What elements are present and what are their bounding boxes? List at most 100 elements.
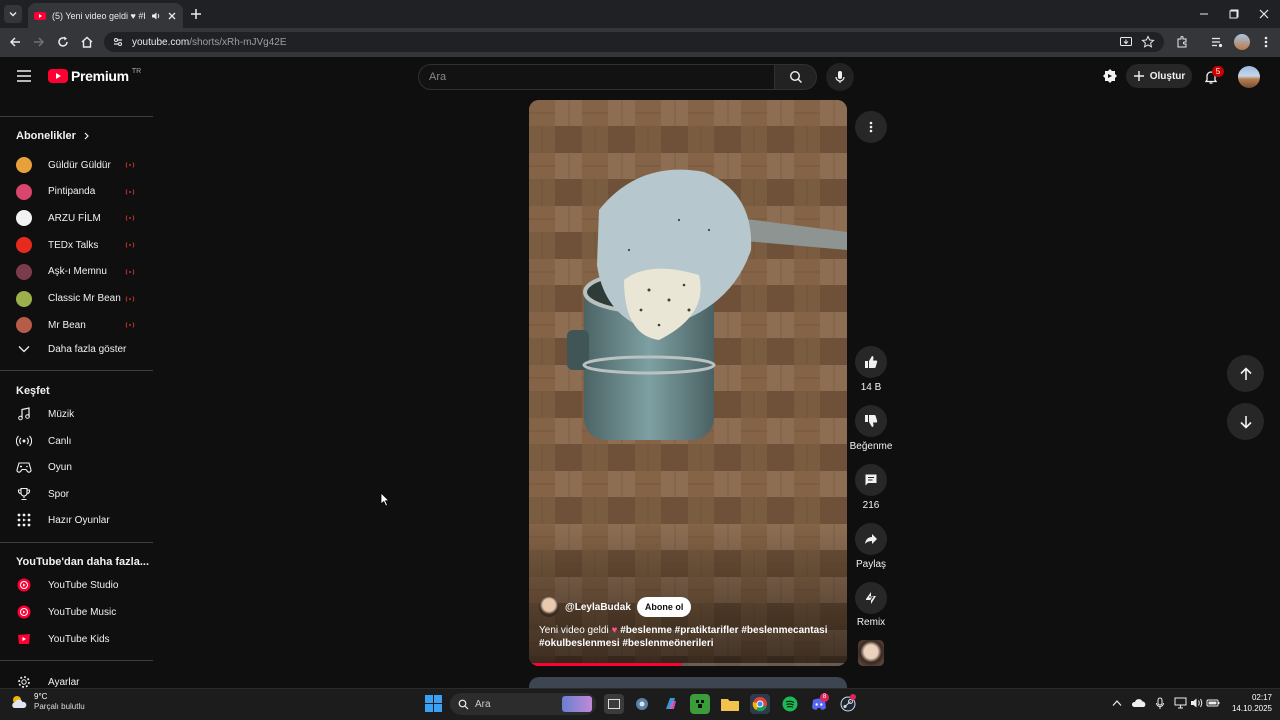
next-short-button[interactable] — [1227, 403, 1264, 440]
gear-icon — [18, 676, 30, 688]
sound-thumbnail[interactable] — [858, 640, 884, 666]
browser-tab[interactable]: (5) Yeni video geldi ♥ #besl — [28, 3, 183, 28]
gamepad-icon — [16, 462, 32, 473]
volume-icon[interactable] — [1190, 697, 1204, 709]
back-icon[interactable] — [8, 35, 22, 49]
music-note-icon — [18, 407, 30, 421]
account-avatar[interactable] — [1238, 66, 1260, 88]
close-window-icon[interactable] — [1256, 6, 1272, 22]
sidebar-subscription-item[interactable]: Mr Bean — [0, 313, 153, 337]
create-button[interactable]: Oluştur — [1126, 64, 1192, 88]
more-vertical-icon[interactable] — [1260, 35, 1272, 49]
sidebar-item-label: ARZU FİLM — [48, 212, 101, 224]
file-explorer-icon[interactable] — [720, 694, 740, 714]
profile-avatar[interactable] — [1234, 34, 1250, 50]
youtube-music-icon — [17, 605, 31, 619]
weather-widget[interactable]: 9°C Parçalı bulutlu — [10, 692, 85, 712]
subscribe-button[interactable]: Abone ol — [636, 597, 692, 617]
sidebar-item-music[interactable]: Müzik — [0, 402, 153, 426]
shorts-video-player[interactable]: @LeylaBudak Abone ol Yeni video geldi ♥ … — [529, 100, 847, 666]
youtube-logo-icon — [48, 69, 68, 83]
sidebar-subscription-item[interactable]: TEDx Talks — [0, 233, 153, 257]
search-button[interactable] — [775, 64, 817, 90]
thumbs-up-icon — [865, 356, 878, 368]
copilot-icon[interactable] — [661, 694, 681, 714]
address-bar[interactable]: youtube.com/shorts/xRh-mJVg42E — [104, 32, 1164, 52]
show-more-button[interactable]: Daha fazla göster — [0, 337, 153, 361]
channel-name[interactable]: @LeylaBudak — [565, 602, 631, 613]
more-options-button[interactable] — [855, 111, 887, 143]
tab-search-button[interactable] — [4, 5, 22, 23]
youtube-premium-logo[interactable]: Premium TR — [48, 68, 141, 84]
notification-count-badge: 5 — [1212, 66, 1224, 77]
search-input[interactable] — [429, 71, 774, 83]
sidebar-item-playables[interactable]: Hazır Oyunlar — [0, 508, 153, 532]
share-arrow-icon — [865, 534, 877, 544]
sidebar-item-youtube-studio[interactable]: YouTube Studio — [0, 573, 153, 597]
microphone-icon[interactable] — [1155, 697, 1165, 710]
share-button[interactable] — [855, 523, 887, 555]
sidebar-item-label: Classic Mr Bean — [48, 293, 121, 304]
hashtag-links[interactable]: #beslenme #pratiktarifler #beslenmecanta… — [620, 625, 827, 636]
reload-icon[interactable] — [56, 35, 70, 49]
install-app-icon[interactable] — [1119, 35, 1133, 49]
dislike-button[interactable] — [855, 405, 887, 437]
explore-heading: Keşfet — [16, 385, 50, 397]
minecraft-icon[interactable] — [690, 694, 710, 714]
search-input-container[interactable] — [418, 64, 775, 90]
sidebar-item-settings[interactable]: Ayarlar — [0, 670, 153, 688]
channel-avatar[interactable] — [539, 597, 559, 617]
sidebar-subscription-item[interactable]: Güldür Güldür — [0, 153, 153, 177]
playables-icon — [17, 513, 31, 527]
task-view-icon[interactable] — [604, 694, 624, 714]
spotify-icon[interactable] — [780, 694, 800, 714]
subscriptions-heading[interactable]: Abonelikler — [16, 130, 90, 142]
premium-badge-icon[interactable] — [1102, 68, 1118, 84]
hamburger-menu-icon[interactable] — [16, 69, 32, 83]
windows-start-icon[interactable] — [425, 695, 442, 712]
sidebar-subscription-item[interactable]: Classic Mr Bean — [0, 287, 153, 311]
taskbar-search[interactable]: Ara — [450, 693, 596, 715]
hashtag-links[interactable]: #okulbeslenmesi #beslenmeönerileri — [539, 638, 714, 649]
sidebar-subscription-item[interactable]: Pintipanda — [0, 180, 153, 204]
sidebar-item-youtube-music[interactable]: YouTube Music — [0, 600, 153, 624]
like-button[interactable] — [855, 346, 887, 378]
chrome-icon[interactable] — [750, 694, 770, 714]
sidebar-item-live[interactable]: Canlı — [0, 429, 153, 453]
restore-icon[interactable] — [1226, 6, 1242, 22]
media-controls-icon[interactable] — [1210, 35, 1224, 49]
sidebar-subscription-item[interactable]: Aşk-ı Memnu — [0, 260, 153, 284]
sidebar-divider — [0, 660, 153, 661]
new-tab-icon[interactable] — [188, 6, 204, 22]
forward-icon[interactable] — [32, 35, 46, 49]
sidebar-item-sports[interactable]: Spor — [0, 482, 153, 506]
close-tab-icon[interactable] — [167, 11, 177, 21]
home-icon[interactable] — [80, 35, 94, 49]
remix-button[interactable] — [855, 582, 887, 614]
sidebar-subscription-item[interactable]: ARZU FİLM — [0, 206, 153, 230]
comments-button[interactable] — [855, 464, 887, 496]
channel-avatar — [16, 183, 32, 200]
network-icon[interactable] — [1174, 697, 1187, 709]
site-info-icon[interactable] — [112, 36, 124, 48]
chevron-up-icon[interactable] — [1112, 699, 1122, 707]
speaker-icon[interactable] — [151, 11, 161, 21]
sidebar-item-label: Oyun — [48, 461, 72, 473]
onedrive-cloud-icon[interactable] — [1132, 698, 1146, 708]
voice-search-button[interactable] — [826, 63, 854, 91]
sidebar-item-label: YouTube Music — [48, 606, 117, 618]
minimize-icon[interactable] — [1196, 6, 1212, 22]
more-vertical-icon — [869, 121, 873, 133]
previous-short-button[interactable] — [1227, 355, 1264, 392]
clock[interactable]: 02:17 14.10.2025 — [1222, 692, 1272, 714]
video-frame — [529, 100, 847, 666]
battery-icon[interactable] — [1206, 697, 1220, 709]
extensions-icon[interactable] — [1175, 35, 1189, 49]
sidebar-item-youtube-kids[interactable]: YouTube Kids — [0, 627, 153, 651]
sidebar-item-gaming[interactable]: Oyun — [0, 455, 153, 479]
search-icon — [789, 70, 802, 83]
next-short-preview[interactable] — [529, 677, 847, 688]
bookmark-star-icon[interactable] — [1141, 35, 1155, 49]
settings-app-icon[interactable] — [632, 694, 652, 714]
taskbar-search-label: Ara — [475, 698, 491, 710]
